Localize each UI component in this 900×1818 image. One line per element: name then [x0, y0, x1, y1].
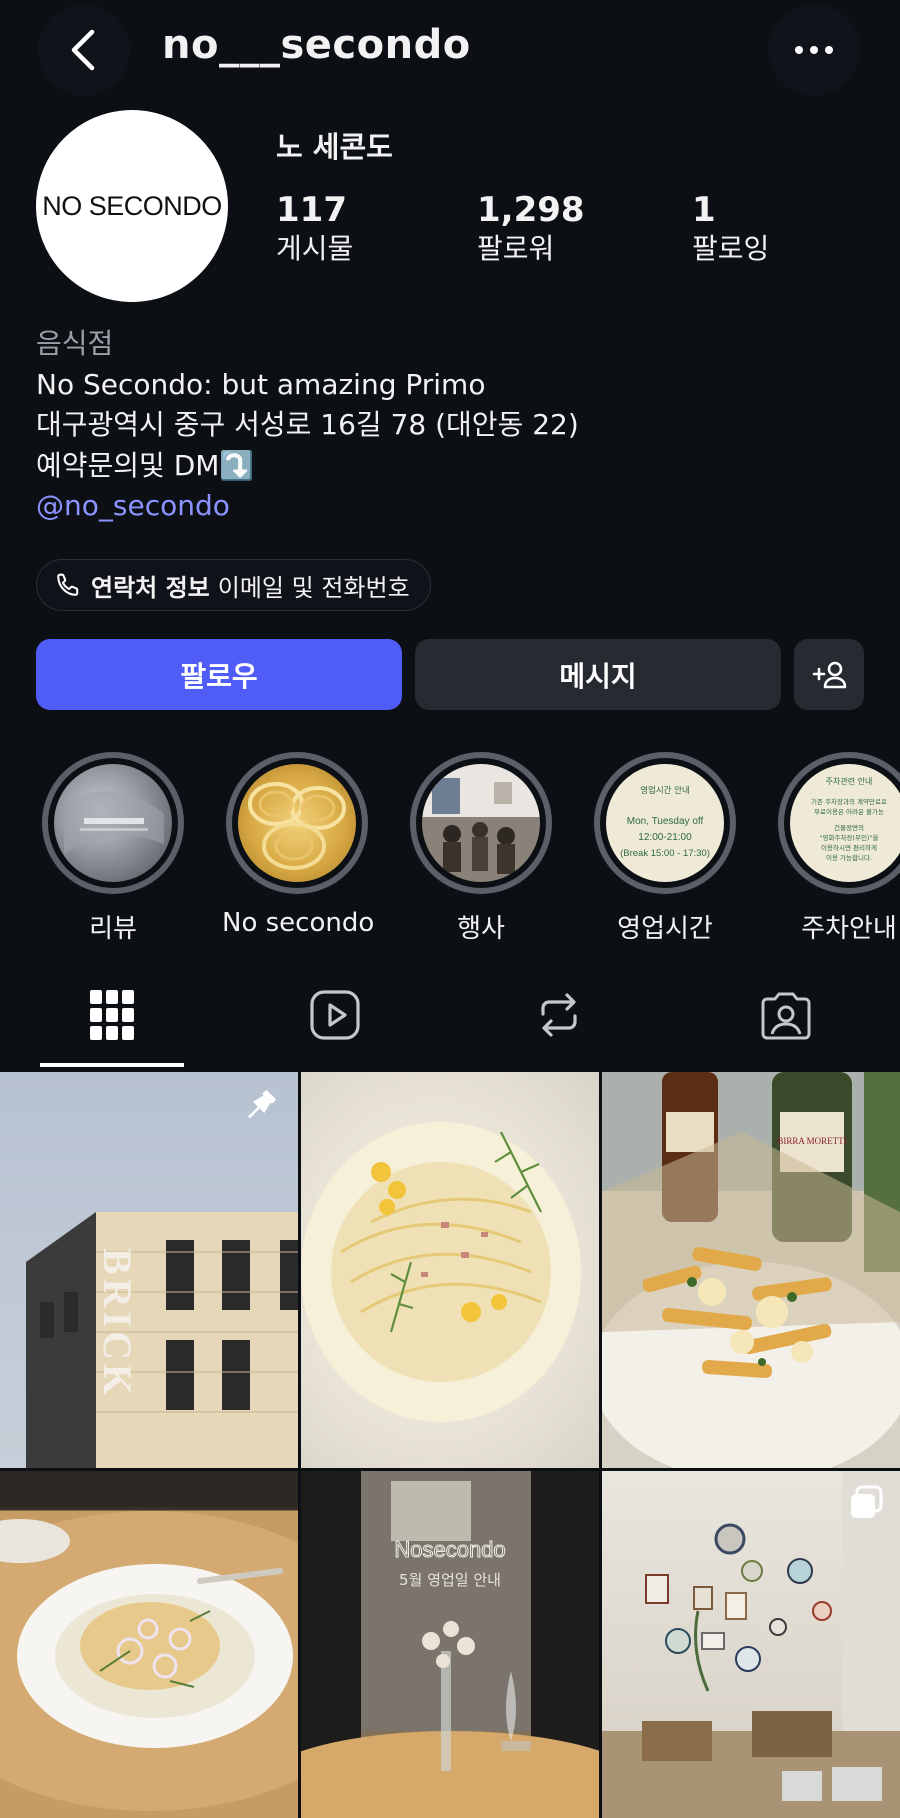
posts-count-stat[interactable]: 117 게시물 — [276, 190, 353, 268]
stat-label: 팔로워 — [477, 232, 555, 265]
post-thumbnail[interactable]: BIRRA MORETTI — [602, 1072, 900, 1468]
following-count-stat[interactable]: 1 팔로잉 — [692, 190, 769, 268]
parking-card-line: 이용하시면 편리하게 — [821, 843, 877, 852]
more-horizontal-icon — [795, 46, 833, 54]
chevron-left-icon — [71, 29, 95, 71]
tab-tagged[interactable] — [713, 960, 859, 1070]
hours-card-line: 12:00-21:00 — [638, 832, 692, 843]
bio-dm-text: 예약문의및 DM — [36, 448, 220, 482]
add-user-icon — [812, 661, 847, 688]
pin-icon — [247, 1090, 276, 1119]
stat-value: 1 — [692, 190, 716, 230]
highlight-label: 행사 — [457, 914, 505, 944]
hours-card-title: 영업시간 안내 — [640, 785, 690, 796]
highlight-label: 리뷰 — [89, 914, 137, 944]
profile-avatar[interactable]: NO SECONDO — [36, 110, 228, 302]
bio-line: 예약문의및 DM⤵️ — [36, 446, 579, 487]
avatar-logo-text: NO SECONDO — [42, 190, 222, 221]
parking-card-line: 건물정면의 — [834, 823, 864, 832]
notice-title: Nosecondo — [394, 1537, 505, 1562]
parking-card-title: 주차관련 안내 — [826, 776, 873, 786]
arrow-down-emoji: ⤵️ — [219, 448, 255, 482]
parking-card-line: 무료이용은 어려운 불가능 — [814, 807, 884, 816]
highlight-ring — [42, 752, 184, 894]
followers-count-stat[interactable]: 1,298 팔로워 — [477, 190, 585, 268]
repost-icon — [541, 993, 577, 1037]
notice-subtitle: 5월 영업일 안내 — [399, 1571, 501, 1589]
highlight-cover — [422, 764, 540, 882]
profile-bio: 음식점 No Secondo: but amazing Primo 대구광역시 … — [36, 324, 579, 527]
bottle-label-text: BIRRA MORETTI — [777, 1136, 846, 1146]
highlight-label: 영업시간 — [617, 914, 713, 944]
suggested-users-button[interactable] — [794, 639, 864, 710]
highlight-parking[interactable]: 주차관련 안내 기존 주차장과의 계약만료로 무료이용은 어려운 불가능 건물정… — [774, 752, 900, 945]
tagged-person-icon — [761, 992, 811, 1040]
carousel-icon — [851, 1485, 883, 1518]
highlight-review[interactable]: 리뷰 — [38, 752, 188, 945]
tab-reposts[interactable] — [486, 960, 632, 1070]
tab-posts-grid[interactable] — [39, 960, 185, 1070]
parking-card-line: "영화주차장(무인)"을 — [820, 833, 879, 842]
bio-category: 음식점 — [36, 327, 114, 360]
building-sign-text: BRICK — [95, 1248, 140, 1399]
follow-button[interactable]: 팔로우 — [36, 639, 402, 710]
selected-tab-indicator — [40, 1063, 184, 1067]
message-button[interactable]: 메시지 — [415, 639, 781, 710]
stat-value: 117 — [276, 190, 347, 230]
contact-info-detail: 이메일 및 전화번호 — [217, 573, 410, 602]
highlight-ring: 주차관련 안내 기존 주차장과의 계약만료로 무료이용은 어려운 불가능 건물정… — [778, 752, 900, 894]
more-options-button[interactable] — [768, 4, 860, 96]
highlight-ring — [226, 752, 368, 894]
display-name: 노 세콘도 — [276, 130, 393, 164]
stat-value: 1,298 — [477, 190, 585, 230]
bio-line: No Secondo: but amazing Primo — [36, 367, 486, 401]
contact-info-button[interactable]: 연락처 정보 이메일 및 전화번호 — [36, 559, 431, 611]
parking-card-line: 기존 주차장과의 계약만료로 — [811, 797, 887, 806]
highlight-cover: 영업시간 안내 Mon, Tuesday off 12:00-21:00 (Br… — [606, 764, 724, 882]
highlight-ring: 영업시간 안내 Mon, Tuesday off 12:00-21:00 (Br… — [594, 752, 736, 894]
bio-mention-link[interactable]: @no_secondo — [36, 486, 579, 527]
parking-card-line: 이용 가능합니다. — [826, 853, 872, 862]
contact-info-label: 연락처 정보 — [91, 573, 210, 602]
bio-address: 대구광역시 중구 서성로 16길 78 (대안동 22) — [36, 408, 579, 441]
grid-icon — [90, 990, 134, 1040]
highlight-cover — [54, 764, 172, 882]
profile-username: no___secondo — [162, 22, 471, 68]
highlight-label: 주차안내 — [801, 914, 897, 944]
stat-label: 게시물 — [276, 232, 354, 265]
post-thumbnail[interactable]: BRICK — [0, 1072, 298, 1468]
reels-icon — [310, 990, 360, 1040]
post-thumbnail[interactable] — [301, 1072, 599, 1468]
hours-card-line: (Break 15:00 - 17:30) — [620, 848, 710, 859]
stat-label: 팔로잉 — [692, 232, 770, 265]
phone-icon — [57, 573, 79, 596]
highlight-hours[interactable]: 영업시간 안내 Mon, Tuesday off 12:00-21:00 (Br… — [590, 752, 740, 945]
highlight-ring — [410, 752, 552, 894]
highlight-label: No secondo — [222, 908, 375, 938]
profile-header: no___secondo — [0, 0, 900, 100]
highlight-no-secondo[interactable]: No secondo — [222, 752, 375, 938]
back-button[interactable] — [38, 4, 130, 96]
tab-reels[interactable] — [262, 960, 408, 1070]
post-thumbnail[interactable] — [0, 1471, 298, 1818]
highlight-cover — [238, 764, 356, 882]
highlight-cover: 주차관련 안내 기존 주차장과의 계약만료로 무료이용은 어려운 불가능 건물정… — [790, 764, 900, 882]
post-thumbnail[interactable] — [602, 1471, 900, 1818]
post-thumbnail[interactable]: Nosecondo 5월 영업일 안내 — [301, 1471, 599, 1818]
highlight-event[interactable]: 행사 — [406, 752, 556, 945]
hours-card-line: Mon, Tuesday off — [627, 816, 704, 827]
